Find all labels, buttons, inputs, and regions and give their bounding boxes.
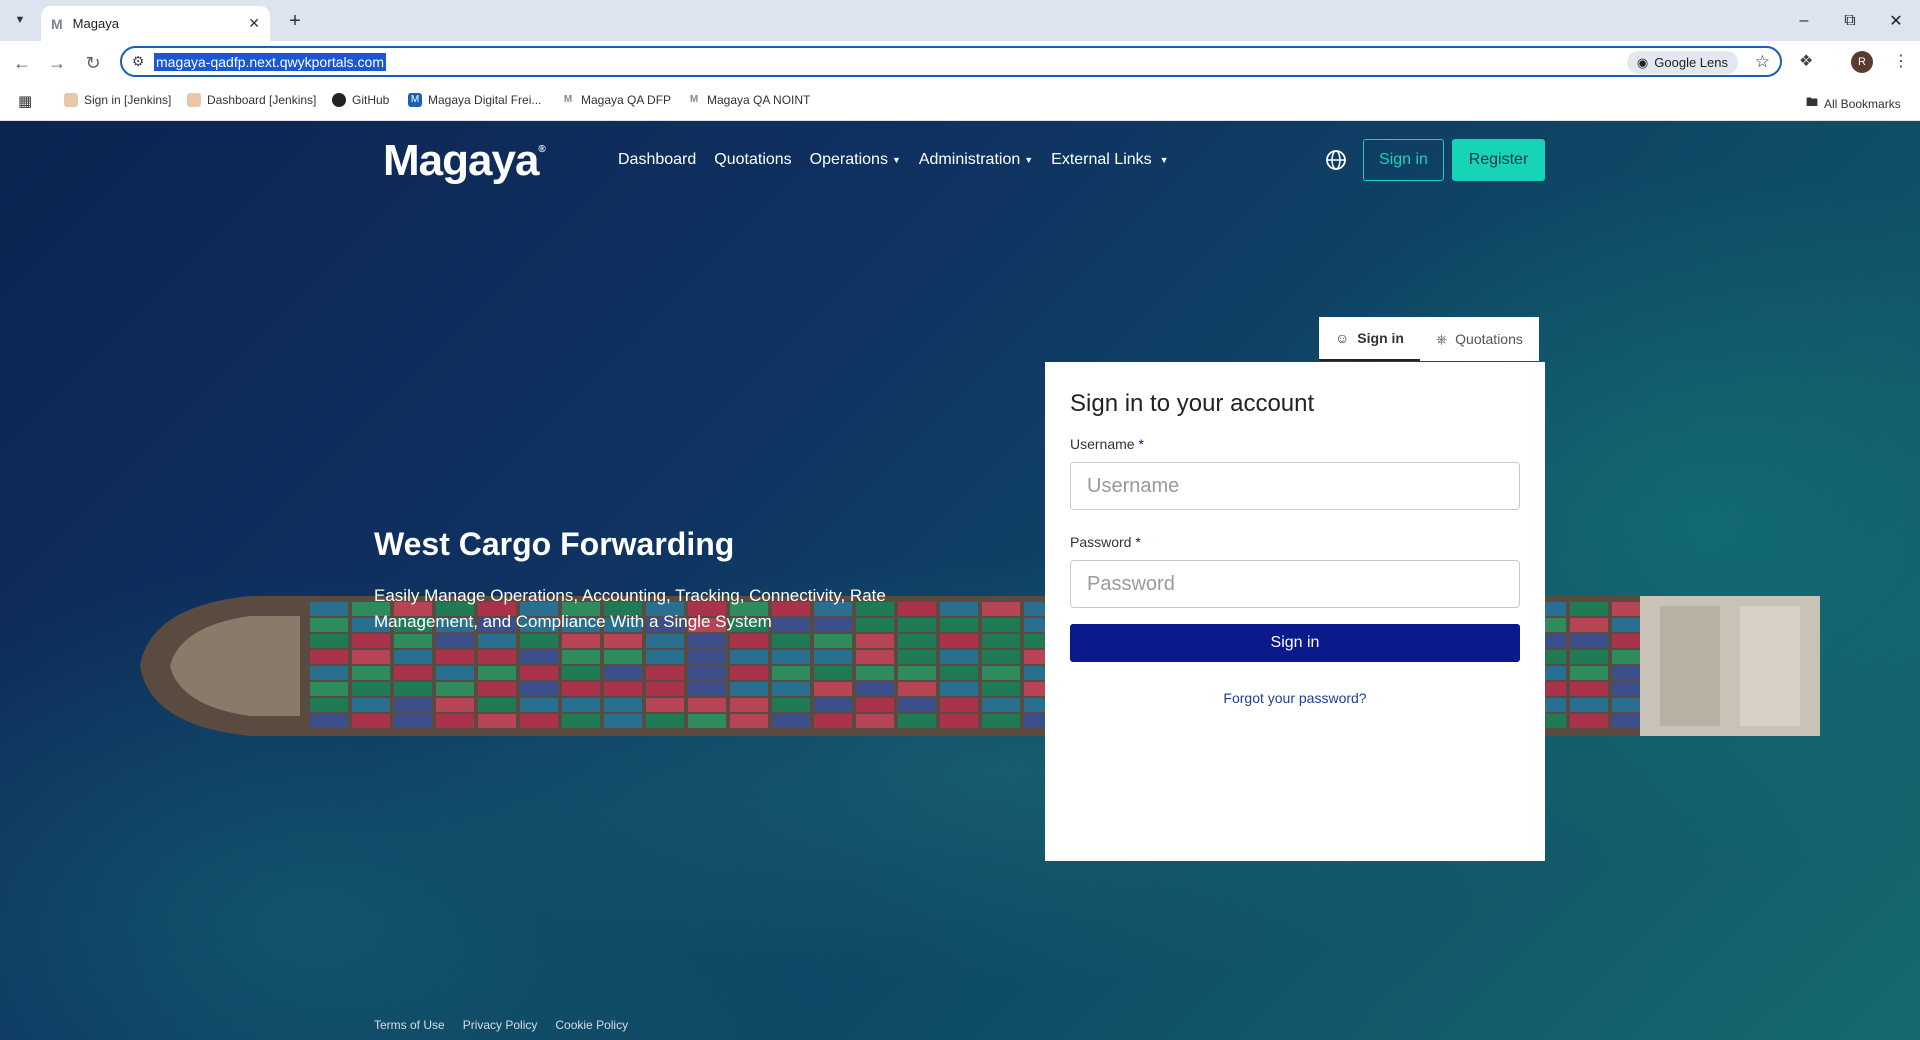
- minimize-button[interactable]: –: [1782, 6, 1826, 36]
- privacy-link[interactable]: Privacy Policy: [463, 1018, 538, 1032]
- arrow-left-icon: ←: [13, 52, 31, 73]
- close-tab-icon[interactable]: ✕: [248, 15, 260, 32]
- close-window-button[interactable]: ✕: [1874, 6, 1918, 36]
- caret-down-icon: ▼: [891, 154, 901, 165]
- magaya-icon: M: [563, 94, 573, 105]
- reload-icon: ↻: [85, 52, 101, 73]
- user-icon: ☺: [1335, 330, 1350, 346]
- reload-button[interactable]: ↻: [79, 49, 107, 77]
- username-label: Username *: [1070, 436, 1144, 452]
- tab-quotations[interactable]: ⎈ Quotations: [1420, 317, 1539, 361]
- github-icon: [332, 93, 346, 107]
- page-content: Magaya® Dashboard Quotations Operations ▼…: [0, 121, 1920, 1040]
- restore-button[interactable]: ⧉: [1828, 6, 1872, 36]
- tab-title: Magaya: [72, 16, 119, 31]
- bookmark-magaya-digital[interactable]: M Magaya Digital Frei...: [408, 93, 541, 107]
- forward-button[interactable]: →: [43, 49, 71, 77]
- lens-label: Google Lens: [1654, 55, 1728, 70]
- password-input[interactable]: [1070, 560, 1520, 608]
- password-label: Password *: [1070, 534, 1141, 550]
- url-text[interactable]: magaya-qadfp.next.qwykportals.com: [154, 52, 386, 71]
- browser-tab-strip: ▼ M Magaya ✕ + – ⧉ ✕: [0, 0, 1920, 41]
- tab-search-button[interactable]: ▼: [8, 8, 32, 32]
- magaya-icon: M: [689, 94, 699, 105]
- lens-icon: ◉: [1636, 54, 1649, 70]
- jenkins-icon: [187, 93, 201, 107]
- site-header: Magaya® Dashboard Quotations Operations ▼…: [0, 121, 1920, 191]
- arrow-right-icon: →: [48, 52, 66, 73]
- globe-icon[interactable]: [1325, 149, 1347, 171]
- address-bar[interactable]: ⚙ magaya-qadfp.next.qwykportals.com ◉ Go…: [120, 46, 1782, 77]
- sign-in-card: Sign in to your account Username * Passw…: [1045, 362, 1545, 861]
- sign-in-heading: Sign in to your account: [1070, 390, 1315, 417]
- all-bookmarks-button[interactable]: 🖿 All Bookmarks: [1806, 93, 1901, 114]
- nav-administration[interactable]: Administration ▼: [919, 151, 1033, 169]
- bookmark-jenkins-signin[interactable]: Sign in [Jenkins]: [64, 93, 171, 107]
- avatar[interactable]: R: [1851, 51, 1873, 73]
- back-button[interactable]: ←: [8, 49, 36, 77]
- cookie-link[interactable]: Cookie Policy: [555, 1018, 628, 1032]
- sign-in-button[interactable]: Sign in: [1070, 624, 1520, 662]
- hero-title: West Cargo Forwarding: [374, 526, 735, 562]
- bookmark-magaya-qa-dfp[interactable]: M Magaya QA DFP: [561, 93, 671, 107]
- magaya-favicon-icon: M: [51, 15, 63, 32]
- site-footer: Terms of Use Privacy Policy Cookie Polic…: [374, 1018, 628, 1032]
- terms-link[interactable]: Terms of Use: [374, 1018, 445, 1032]
- auth-tabs: ☺ Sign in ⎈ Quotations: [1319, 317, 1539, 361]
- username-input[interactable]: [1070, 462, 1520, 510]
- jenkins-icon: [64, 93, 78, 107]
- browser-tab[interactable]: M Magaya ✕: [41, 6, 270, 41]
- more-menu-icon[interactable]: ⋮: [1893, 51, 1909, 71]
- chevron-down-icon: ▼: [14, 14, 26, 26]
- bookmark-jenkins-dashboard[interactable]: Dashboard [Jenkins]: [187, 93, 316, 107]
- bookmark-magaya-qa-noint[interactable]: M Magaya QA NOINT: [687, 93, 811, 107]
- main-nav: Dashboard Quotations Operations ▼ Adminis…: [618, 151, 1169, 169]
- new-tab-button[interactable]: +: [282, 8, 308, 34]
- hero-subtitle: Easily Manage Operations, Accounting, Tr…: [374, 586, 886, 631]
- quotations-icon: ⎈: [1435, 330, 1448, 347]
- bookmark-github[interactable]: GitHub: [332, 93, 389, 107]
- forgot-password-link[interactable]: Forgot your password?: [1070, 690, 1520, 706]
- nav-external-links[interactable]: External Links ▼: [1051, 151, 1168, 169]
- magaya-icon: M: [408, 93, 422, 107]
- nav-quotations[interactable]: Quotations: [714, 151, 791, 169]
- caret-down-icon: ▼: [1024, 154, 1034, 165]
- extensions-icon[interactable]: ❖: [1799, 51, 1813, 71]
- apps-grid-icon[interactable]: ▦: [18, 92, 32, 110]
- header-sign-in-button[interactable]: Sign in: [1363, 139, 1444, 181]
- nav-dashboard[interactable]: Dashboard: [618, 151, 696, 169]
- google-lens-button[interactable]: ◉ Google Lens: [1626, 51, 1738, 74]
- register-button[interactable]: Register: [1452, 139, 1545, 181]
- tab-sign-in[interactable]: ☺ Sign in: [1319, 317, 1420, 361]
- browser-toolbar: ← → ↻ ⚙ magaya-qadfp.next.qwykportals.co…: [0, 41, 1920, 81]
- bookmark-star-icon[interactable]: ☆: [1755, 52, 1770, 72]
- site-settings-icon[interactable]: ⚙: [122, 53, 154, 70]
- bookmarks-bar: ▦ Sign in [Jenkins] Dashboard [Jenkins] …: [0, 81, 1920, 121]
- magaya-logo[interactable]: Magaya®: [383, 136, 546, 186]
- nav-operations[interactable]: Operations ▼: [810, 151, 901, 169]
- caret-down-icon: ▼: [1159, 154, 1169, 165]
- folder-icon: 🖿: [1806, 95, 1819, 109]
